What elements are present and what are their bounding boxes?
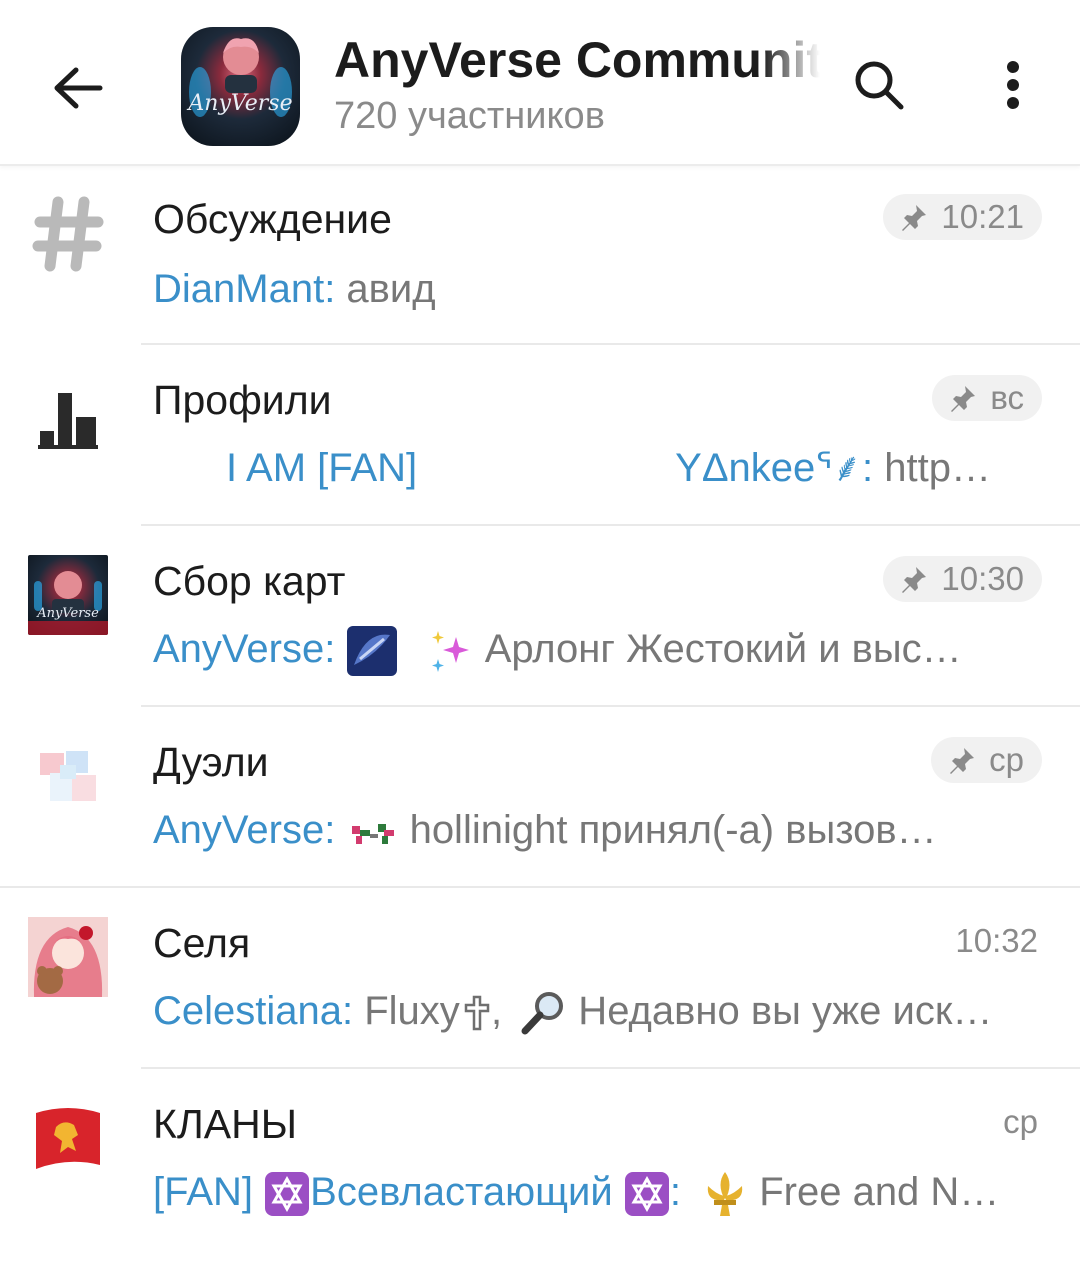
topic-time: 10:32 xyxy=(955,922,1038,959)
search-button[interactable] xyxy=(846,52,912,118)
message-sender-part: Всевластающий xyxy=(310,1170,613,1214)
back-button[interactable] xyxy=(40,50,116,126)
topic-title: Профили xyxy=(153,377,332,423)
message-sender: Celestiana: xyxy=(153,989,354,1033)
topic-row[interactable]: Обсуждение 10:21 DianMant: авид xyxy=(0,164,1080,345)
star-of-david-badge-icon xyxy=(624,1172,669,1217)
topic-time: ср xyxy=(1003,1103,1038,1140)
topic-row[interactable]: Селя 10:32 Celestiana: Fluxy , Недавно в… xyxy=(0,888,1080,1069)
pin-icon xyxy=(902,205,927,231)
card-image-thumb xyxy=(347,626,398,677)
bar-chart-icon xyxy=(28,379,108,459)
topic-last-message: I AM [FAN] YΔnkeeᕐ⸙: http… xyxy=(153,443,1023,493)
message-sender: AnyVerse: xyxy=(153,627,336,671)
avatar-logo-text: AnyVerse xyxy=(188,91,293,116)
pin-icon xyxy=(902,567,927,593)
red-flag-lion-icon xyxy=(28,1101,108,1181)
message-text: авид xyxy=(335,267,436,311)
topic-title: Селя xyxy=(153,920,251,966)
topic-time: ср xyxy=(989,741,1024,778)
topic-time: 10:21 xyxy=(941,198,1024,235)
message-sender-2-suffix: ᕐ⸙: xyxy=(815,446,874,490)
topic-time-badge: ср xyxy=(931,737,1042,783)
topic-time-badge: вс xyxy=(932,375,1042,421)
message-text: http… xyxy=(873,446,991,490)
header-title-block[interactable]: AnyVerse Community 720 участников xyxy=(334,30,820,140)
magnifier-icon xyxy=(521,992,564,1035)
pin-icon xyxy=(951,386,976,412)
chat-header: AnyVerse AnyVerse Community 720 участник… xyxy=(0,0,1080,166)
message-text: Арлонг Жестокий и выс… xyxy=(473,627,962,671)
topic-title: Дуэли xyxy=(153,739,269,785)
message-text: Недавно вы уже иск… xyxy=(567,989,993,1033)
topic-row[interactable]: Профили вс I AM [FAN] YΔnkeeᕐ⸙: http… xyxy=(0,345,1080,526)
topic-last-message: DianMant: авид xyxy=(153,264,1023,314)
topic-time-badge: 10:30 xyxy=(883,556,1042,602)
cross-icon xyxy=(464,996,490,1031)
group-avatar-thumb: AnyVerse xyxy=(28,555,108,635)
svg-text:AnyVerse: AnyVerse xyxy=(36,606,99,621)
topic-row[interactable]: AnyVerse Сбор карт 10:30 AnyVerse: Арлон… xyxy=(0,526,1080,707)
topic-time: вс xyxy=(990,379,1024,416)
message-sender: I AM [FAN] xyxy=(226,446,418,490)
message-text: Free and N… xyxy=(748,1170,1000,1214)
star-of-david-badge-icon xyxy=(265,1172,310,1217)
more-options-button[interactable] xyxy=(986,52,1040,118)
anime-character-art xyxy=(223,38,259,93)
topic-title: Сбор карт xyxy=(153,558,346,604)
topic-time-badge: 10:21 xyxy=(883,194,1042,240)
hashtag-icon xyxy=(28,194,108,274)
duel-icon xyxy=(28,739,108,819)
message-sender: AnyVerse: xyxy=(153,808,336,852)
message-text-part: , xyxy=(490,989,503,1033)
topic-row[interactable]: КЛАНЫ ср [FAN] Всевластающий : Free and … xyxy=(0,1069,1080,1250)
topic-time: 10:30 xyxy=(941,560,1024,597)
message-text: hollinight принял(-а) вызов… xyxy=(398,808,937,852)
pin-icon xyxy=(950,748,975,774)
message-sender-part: : xyxy=(669,1170,681,1214)
message-sender-2: YΔnkee xyxy=(675,446,816,490)
topic-last-message: [FAN] Всевластающий : Free and N… xyxy=(153,1167,1023,1218)
topic-last-message: AnyVerse: hollinight принял(-а) вызов… xyxy=(153,805,1023,855)
topic-title: Обсуждение xyxy=(153,196,392,242)
sparkles-icon xyxy=(431,631,469,673)
pixel-fighters-icon xyxy=(352,824,395,845)
member-count: 720 участников xyxy=(334,95,605,137)
topic-title: КЛАНЫ xyxy=(153,1101,298,1147)
message-sender: DianMant: xyxy=(153,267,336,311)
anime-girl-avatar xyxy=(28,917,108,997)
arrow-left-icon xyxy=(54,67,103,109)
search-icon xyxy=(855,61,904,110)
message-sender: [FAN] xyxy=(153,1170,254,1214)
group-avatar[interactable]: AnyVerse xyxy=(181,27,300,146)
topic-last-message: Celestiana: Fluxy , Недавно вы уже иск… xyxy=(153,986,1023,1037)
topic-last-message: AnyVerse: Арлонг Жестокий и выс… xyxy=(153,624,1023,677)
topic-row[interactable]: Дуэли ср AnyVerse: hollinight принял(-а)… xyxy=(0,707,1080,888)
message-text-part: Fluxy xyxy=(353,989,460,1033)
more-vertical-icon xyxy=(1007,61,1019,109)
group-title: AnyVerse Community xyxy=(334,32,820,88)
fleur-de-lis-icon xyxy=(707,1172,743,1217)
